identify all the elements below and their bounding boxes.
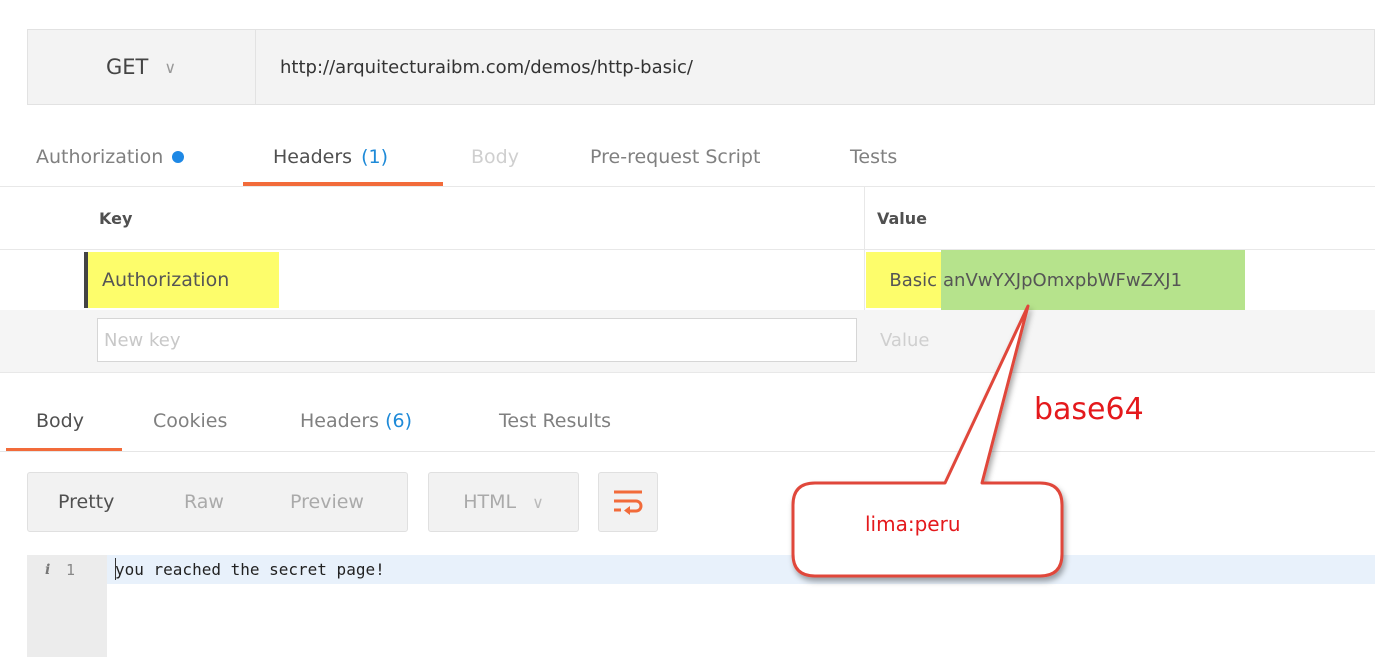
annotation-callout: [791, 304, 1064, 578]
annotation-callout-text: lima:peru: [865, 512, 961, 536]
annotation-base64-label: base64: [1034, 392, 1144, 427]
